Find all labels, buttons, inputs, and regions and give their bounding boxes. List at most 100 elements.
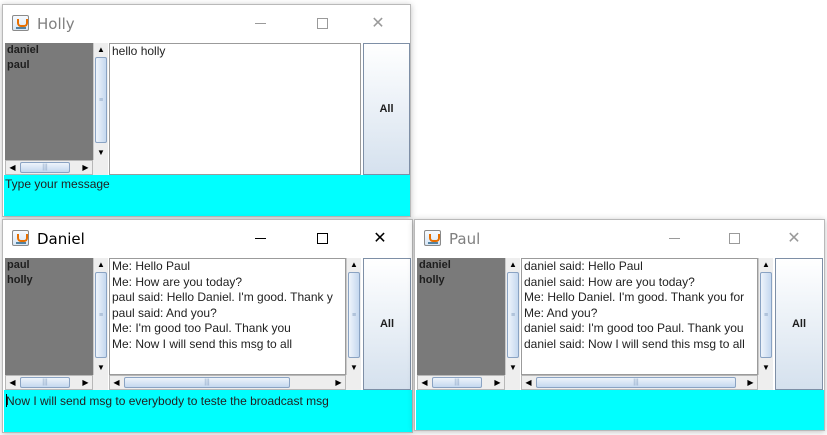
scroll-down-icon[interactable]: ▼ — [347, 361, 361, 375]
scroll-thumb[interactable]: ||| — [536, 377, 736, 388]
scroll-right-icon[interactable]: ▶ — [491, 376, 504, 389]
scroll-left-icon[interactable]: ◀ — [110, 376, 123, 389]
user-list: daniel holly — [417, 258, 508, 375]
scroll-up-icon[interactable]: ▲ — [94, 258, 108, 272]
maximize-icon — [316, 18, 328, 29]
user-list-item[interactable]: holly — [417, 273, 508, 288]
message-input[interactable]: Type your message — [4, 175, 410, 216]
minimize-button[interactable] — [237, 224, 283, 252]
user-list: daniel paul — [5, 43, 96, 160]
maximize-button[interactable] — [299, 9, 345, 37]
minimize-icon — [254, 23, 266, 24]
window-title: Holly — [37, 15, 75, 33]
message-input-text: Type your message — [5, 177, 110, 191]
scroll-right-icon[interactable]: ▶ — [79, 376, 92, 389]
scroll-thumb[interactable]: ≡ — [95, 57, 107, 143]
title-bar[interactable]: Paul ✕ — [415, 220, 824, 256]
user-list-vertical-scrollbar[interactable]: ▲ ≡ ▼ — [505, 258, 520, 375]
user-list-horizontal-scrollbar[interactable]: ◀ ||| ▶ — [417, 375, 505, 390]
send-all-button[interactable]: All — [363, 43, 410, 175]
message-input[interactable]: Now I will send msg to everybody to test… — [4, 390, 412, 432]
java-app-icon — [12, 15, 29, 31]
maximize-button[interactable] — [299, 224, 345, 252]
window-title: Daniel — [37, 230, 85, 248]
minimize-icon — [668, 238, 680, 239]
scroll-thumb[interactable]: ≡ — [95, 272, 107, 358]
message-line: paul said: Hello Daniel. I'm good. Thank… — [112, 290, 333, 304]
scroll-down-icon[interactable]: ▼ — [759, 361, 773, 375]
scroll-left-icon[interactable]: ◀ — [6, 161, 19, 174]
scroll-up-icon[interactable]: ▲ — [347, 258, 361, 272]
message-line: Me: Now I will send this msg to all — [112, 336, 293, 351]
scroll-thumb[interactable]: ||| — [432, 377, 482, 388]
scroll-right-icon[interactable]: ▶ — [79, 161, 92, 174]
user-list-horizontal-scrollbar[interactable]: ◀ ||| ▶ — [5, 160, 93, 175]
message-vertical-scrollbar[interactable]: ▲ ≡ ▼ — [758, 258, 773, 375]
close-button[interactable]: ✕ — [355, 9, 401, 37]
user-list-horizontal-scrollbar[interactable]: ◀ ||| ▶ — [5, 375, 93, 390]
scroll-thumb[interactable]: ≡ — [348, 272, 360, 358]
daniel-window: Daniel ✕ paul holly ▲ ≡ ▼ ◀ ||| ▶ Me: He… — [2, 219, 413, 433]
scroll-thumb[interactable]: ≡ — [507, 272, 519, 358]
user-list-vertical-scrollbar[interactable]: ▲ ≡ ▼ — [93, 43, 108, 160]
message-input-text: Now I will send msg to everybody to test… — [6, 394, 329, 408]
message-history[interactable]: Me: Hello Paul Me: How are you today? pa… — [109, 258, 346, 375]
scroll-down-icon[interactable]: ▼ — [94, 361, 108, 375]
paul-window: Paul ✕ daniel holly ▲ ≡ ▼ ◀ ||| ▶ daniel… — [414, 219, 825, 431]
minimize-icon — [254, 238, 266, 239]
user-list-item[interactable]: daniel — [5, 43, 96, 58]
scroll-up-icon[interactable]: ▲ — [759, 258, 773, 272]
message-line: Me: Hello Daniel. I'm good. Thank you fo… — [524, 290, 745, 304]
scroll-thumb[interactable]: ||| — [20, 377, 70, 388]
minimize-button[interactable] — [237, 9, 283, 37]
message-line: daniel said: Hello Paul — [524, 259, 643, 273]
scroll-down-icon[interactable]: ▼ — [506, 361, 520, 375]
message-line: daniel said: Now I will send this msg to… — [524, 336, 745, 351]
message-horizontal-scrollbar[interactable]: ◀ ||| ▶ — [521, 375, 758, 390]
message-horizontal-scrollbar[interactable]: ◀ ||| ▶ — [109, 375, 346, 390]
user-list-item[interactable]: paul — [5, 58, 96, 73]
scroll-down-icon[interactable]: ▼ — [94, 146, 108, 160]
java-app-icon — [12, 230, 29, 246]
message-line: Me: And you? — [524, 305, 598, 320]
window-title: Paul — [449, 230, 481, 248]
message-line: Me: I'm good too Paul. Thank you — [112, 321, 291, 335]
scroll-left-icon[interactable]: ◀ — [418, 376, 431, 389]
maximize-button[interactable] — [711, 224, 757, 252]
scroll-left-icon[interactable]: ◀ — [522, 376, 535, 389]
scrollbar-corner — [758, 375, 773, 390]
message-history[interactable]: hello holly — [109, 43, 361, 175]
scrollbar-corner — [346, 375, 361, 390]
minimize-button[interactable] — [651, 224, 697, 252]
title-bar[interactable]: Holly ✕ — [3, 5, 410, 41]
send-all-button[interactable]: All — [775, 258, 823, 390]
message-vertical-scrollbar[interactable]: ▲ ≡ ▼ — [346, 258, 361, 375]
scroll-up-icon[interactable]: ▲ — [94, 43, 108, 57]
scroll-right-icon[interactable]: ▶ — [332, 376, 345, 389]
title-bar[interactable]: Daniel ✕ — [3, 220, 412, 256]
user-list-vertical-scrollbar[interactable]: ▲ ≡ ▼ — [93, 258, 108, 375]
close-button[interactable]: ✕ — [357, 224, 403, 252]
holly-window: Holly ✕ daniel paul ▲ ≡ ▼ ◀ ||| ▶ hello … — [2, 4, 411, 217]
scroll-thumb[interactable]: ≡ — [760, 272, 772, 358]
scroll-up-icon[interactable]: ▲ — [506, 258, 520, 272]
message-line: daniel said: I'm good too Paul. Thank yo… — [524, 321, 744, 335]
scrollbar-corner — [93, 375, 108, 390]
scroll-thumb[interactable]: ||| — [124, 377, 290, 388]
scroll-right-icon[interactable]: ▶ — [744, 376, 757, 389]
close-button[interactable]: ✕ — [771, 224, 817, 252]
text-caret — [6, 394, 7, 407]
user-list-item[interactable]: paul — [5, 258, 96, 273]
scroll-thumb[interactable]: ||| — [20, 162, 70, 173]
maximize-icon — [316, 233, 328, 244]
close-icon: ✕ — [371, 13, 385, 32]
scroll-left-icon[interactable]: ◀ — [6, 376, 19, 389]
java-app-icon — [424, 230, 441, 246]
scrollbar-corner — [505, 375, 520, 390]
user-list-item[interactable]: daniel — [417, 258, 508, 273]
message-history[interactable]: daniel said: Hello Paul daniel said: How… — [521, 258, 758, 375]
message-input[interactable] — [416, 390, 824, 430]
maximize-icon — [728, 233, 740, 244]
send-all-button[interactable]: All — [363, 258, 411, 390]
user-list-item[interactable]: holly — [5, 273, 96, 288]
